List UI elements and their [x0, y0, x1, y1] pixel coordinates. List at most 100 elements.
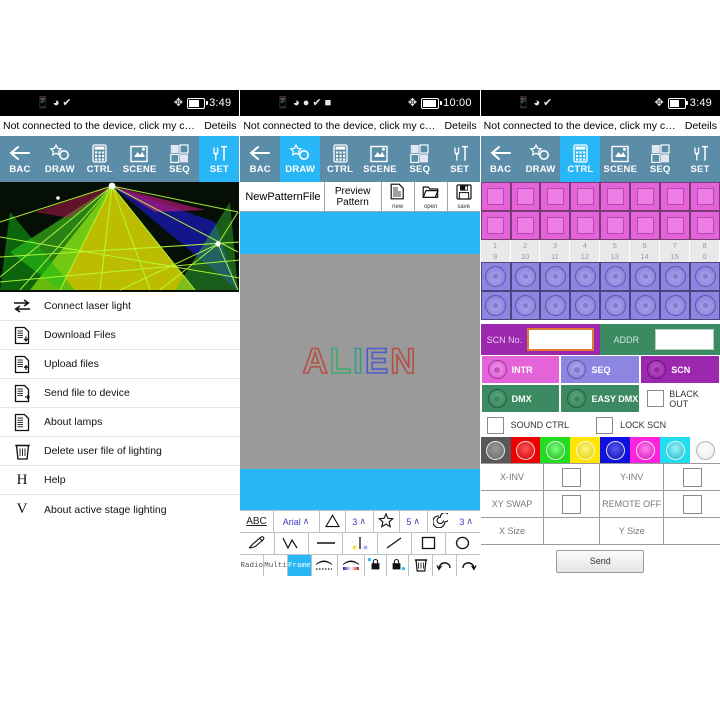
dotted-fill-button[interactable] [312, 555, 339, 576]
knob-cell[interactable] [540, 262, 571, 291]
connection-notice-bar-3[interactable]: Not connected to the device, click my co… [480, 116, 720, 136]
rectangle-tool[interactable] [412, 533, 447, 554]
tab-bac[interactable]: BAC [240, 136, 280, 182]
details-link[interactable]: Deteils [200, 120, 236, 132]
pattern-cell[interactable] [570, 211, 601, 240]
menu-item-connect-laser-light[interactable]: Connect laser light [0, 292, 240, 321]
details-link[interactable]: Deteils [441, 120, 477, 132]
pattern-cell[interactable] [600, 211, 631, 240]
y-size-field[interactable] [664, 518, 720, 544]
knob-cell[interactable] [570, 262, 601, 291]
font-select[interactable]: Arial ∧ [274, 511, 320, 532]
menu-item-help[interactable]: H Help [0, 466, 240, 495]
menu-item-delete-user-file[interactable]: Delete user file of lighting [0, 437, 240, 466]
knob-cell[interactable] [660, 262, 691, 291]
scn-no-group[interactable]: SCN No. [480, 324, 601, 355]
mode-intr[interactable]: INTR [480, 355, 561, 384]
pattern-cell[interactable] [480, 182, 511, 211]
pattern-cell[interactable] [690, 182, 720, 211]
knob-cell[interactable] [630, 291, 661, 320]
polyline-tool[interactable] [275, 533, 309, 554]
knob-cell[interactable] [510, 262, 541, 291]
tab-scene[interactable]: SCENE [360, 136, 400, 182]
tab-draw[interactable]: DRAW [521, 136, 561, 182]
spiral-turns-select[interactable]: 3 ∧ [453, 511, 480, 532]
undo-button[interactable] [433, 555, 457, 576]
preview-pattern-button[interactable]: Preview Pattern [325, 182, 382, 211]
tab-scene[interactable]: SCENE [120, 136, 160, 182]
text-tool[interactable]: ABC [240, 511, 274, 532]
menu-item-upload-files[interactable]: Upload files [0, 350, 240, 379]
color-swatch-gray[interactable] [480, 437, 511, 463]
spiral-tool[interactable] [428, 511, 453, 532]
remote-off-checkbox-cell[interactable] [664, 491, 720, 517]
point-tool[interactable] [343, 533, 378, 554]
pattern-cell[interactable] [660, 211, 691, 240]
knob-cell[interactable] [600, 262, 631, 291]
lock-scn-checkbox[interactable] [596, 416, 614, 434]
lock-add-button[interactable] [365, 555, 388, 576]
polygon-sides-select[interactable]: 3 ∧ [346, 511, 374, 532]
pattern-cell[interactable] [540, 182, 571, 211]
knob-cell[interactable] [480, 262, 511, 291]
send-button[interactable]: Send [556, 549, 645, 573]
knob-cell[interactable] [690, 291, 720, 320]
y-inv-checkbox[interactable] [682, 467, 702, 487]
frame-mode-button[interactable]: Frame [287, 555, 312, 576]
tab-set[interactable]: SET [440, 136, 480, 182]
pattern-cell[interactable] [600, 182, 631, 211]
pattern-cell[interactable] [480, 211, 511, 240]
pattern-cell[interactable] [570, 182, 601, 211]
tab-ctrl[interactable]: CTRL [320, 136, 360, 182]
knob-cell[interactable] [600, 291, 631, 320]
ellipse-tool[interactable] [446, 533, 479, 554]
canvas-drawing-area[interactable]: A L I E N [240, 254, 480, 469]
color-swatch-red[interactable] [510, 437, 541, 463]
knob-cell[interactable] [630, 262, 661, 291]
menu-item-about-active-stage-lighting[interactable]: V About active stage lighting [0, 495, 239, 524]
gradient-fill-button[interactable] [338, 555, 365, 576]
color-swatch-cyan[interactable] [660, 437, 691, 463]
pattern-cell[interactable] [540, 211, 571, 240]
tab-ctrl[interactable]: CTRL [560, 136, 601, 182]
mode-easy-dmx[interactable]: EASY DMX [560, 384, 641, 413]
sound-ctrl-checkbox[interactable] [486, 416, 504, 434]
mode-dmx[interactable]: DMX [480, 384, 561, 413]
radio-mode-button[interactable]: Radio [240, 555, 265, 576]
pattern-cell[interactable] [510, 211, 541, 240]
tab-seq[interactable]: SEQ [160, 136, 200, 182]
addr-group[interactable]: ADDR [600, 324, 720, 355]
tab-draw[interactable]: DRAW [40, 136, 80, 182]
save-file-button[interactable]: save [448, 182, 480, 211]
details-link[interactable]: Deteils [681, 120, 717, 132]
color-swatch-green[interactable] [540, 437, 571, 463]
star-tool[interactable] [374, 511, 400, 532]
line-tool[interactable] [309, 533, 344, 554]
knob-cell[interactable] [510, 291, 541, 320]
open-file-button[interactable]: open [415, 182, 448, 211]
tab-bac[interactable]: BAC [481, 136, 521, 182]
pencil-tool[interactable] [240, 533, 275, 554]
tab-seq[interactable]: SEQ [640, 136, 680, 182]
scn-no-input[interactable] [526, 328, 595, 351]
color-swatch-magenta[interactable] [630, 437, 661, 463]
diagonal-line-tool[interactable] [378, 533, 412, 554]
remote-off-checkbox[interactable] [682, 494, 702, 514]
xy-swap-checkbox[interactable] [562, 494, 582, 514]
menu-item-download-files[interactable]: Download Files [0, 321, 240, 350]
x-inv-checkbox[interactable] [562, 467, 582, 487]
new-file-button[interactable]: new [382, 182, 415, 211]
mode-scn[interactable]: SCN [640, 355, 720, 384]
pattern-canvas[interactable]: A L I E N [240, 212, 480, 510]
knob-cell[interactable] [690, 262, 720, 291]
multi-mode-button[interactable]: Multi [264, 555, 288, 576]
delete-button[interactable] [409, 555, 434, 576]
pattern-file-name[interactable]: NewPatternFile [240, 182, 325, 211]
knob-cell[interactable] [660, 291, 691, 320]
pattern-cell[interactable] [510, 182, 541, 211]
x-inv-checkbox-cell[interactable] [544, 464, 601, 490]
color-swatch-yellow[interactable] [570, 437, 601, 463]
knob-cell[interactable] [480, 291, 511, 320]
xy-swap-checkbox-cell[interactable] [544, 491, 601, 517]
mode-seq[interactable]: SEQ [560, 355, 641, 384]
